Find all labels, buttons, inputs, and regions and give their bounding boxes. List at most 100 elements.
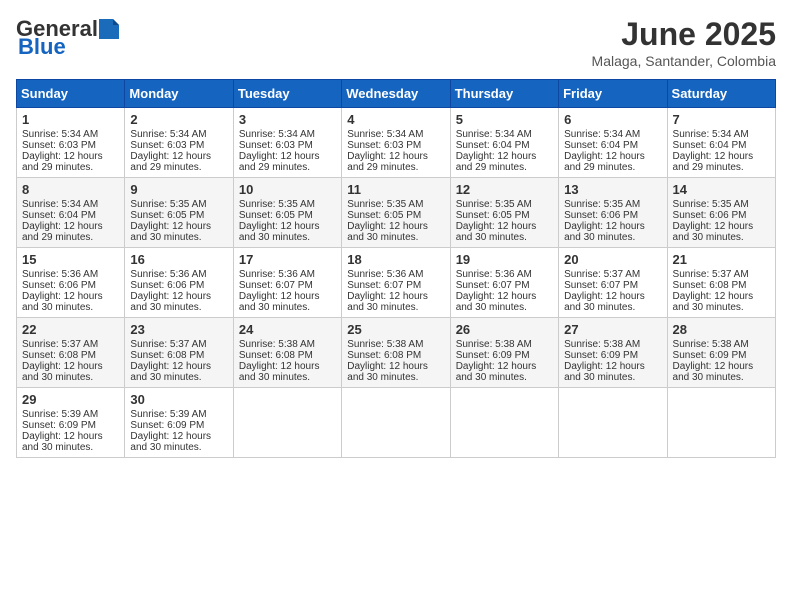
calendar-cell: 30Sunrise: 5:39 AMSunset: 6:09 PMDayligh… — [125, 388, 233, 458]
sunrise-text: Sunrise: 5:36 AM — [239, 269, 336, 280]
sunset-text: Sunset: 6:09 PM — [456, 350, 553, 361]
sunrise-text: Sunrise: 5:34 AM — [22, 129, 119, 140]
daylight-text: Daylight: 12 hours and 30 minutes. — [456, 361, 553, 383]
daylight-text: Daylight: 12 hours and 29 minutes. — [130, 151, 227, 173]
daylight-text: Daylight: 12 hours and 30 minutes. — [564, 361, 661, 383]
sunset-text: Sunset: 6:07 PM — [564, 280, 661, 291]
sunrise-text: Sunrise: 5:38 AM — [456, 339, 553, 350]
day-number: 17 — [239, 252, 336, 267]
sunrise-text: Sunrise: 5:34 AM — [239, 129, 336, 140]
calendar-cell — [450, 388, 558, 458]
logo-icon — [99, 19, 119, 39]
day-number: 11 — [347, 182, 444, 197]
calendar-week-row: 8Sunrise: 5:34 AMSunset: 6:04 PMDaylight… — [17, 178, 776, 248]
daylight-text: Daylight: 12 hours and 30 minutes. — [564, 291, 661, 313]
sunrise-text: Sunrise: 5:38 AM — [564, 339, 661, 350]
sunset-text: Sunset: 6:08 PM — [130, 350, 227, 361]
calendar-week-row: 15Sunrise: 5:36 AMSunset: 6:06 PMDayligh… — [17, 248, 776, 318]
day-number: 22 — [22, 322, 119, 337]
sunset-text: Sunset: 6:08 PM — [347, 350, 444, 361]
sunset-text: Sunset: 6:09 PM — [130, 420, 227, 431]
calendar-cell: 28Sunrise: 5:38 AMSunset: 6:09 PMDayligh… — [667, 318, 775, 388]
day-number: 16 — [130, 252, 227, 267]
sunrise-text: Sunrise: 5:39 AM — [22, 409, 119, 420]
sunset-text: Sunset: 6:05 PM — [130, 210, 227, 221]
daylight-text: Daylight: 12 hours and 30 minutes. — [347, 221, 444, 243]
sunrise-text: Sunrise: 5:37 AM — [564, 269, 661, 280]
sunset-text: Sunset: 6:04 PM — [564, 140, 661, 151]
day-number: 25 — [347, 322, 444, 337]
day-number: 2 — [130, 112, 227, 127]
calendar-day-header: Saturday — [667, 80, 775, 108]
sunset-text: Sunset: 6:05 PM — [239, 210, 336, 221]
daylight-text: Daylight: 12 hours and 30 minutes. — [130, 291, 227, 313]
sunset-text: Sunset: 6:09 PM — [564, 350, 661, 361]
sunrise-text: Sunrise: 5:38 AM — [347, 339, 444, 350]
sunset-text: Sunset: 6:07 PM — [456, 280, 553, 291]
calendar-week-row: 22Sunrise: 5:37 AMSunset: 6:08 PMDayligh… — [17, 318, 776, 388]
calendar-cell: 11 Sunrise: 5:35 AMSunset: 6:05 PMDayligh… — [342, 178, 450, 248]
calendar-cell: 20Sunrise: 5:37 AMSunset: 6:07 PMDayligh… — [559, 248, 667, 318]
sunrise-text: Sunrise: 5:36 AM — [347, 269, 444, 280]
daylight-text: Daylight: 12 hours and 29 minutes. — [347, 151, 444, 173]
sunrise-text: Sunrise: 5:36 AM — [130, 269, 227, 280]
calendar-cell — [342, 388, 450, 458]
day-number: 1 — [22, 112, 119, 127]
sunset-text: Sunset: 6:05 PM — [347, 210, 444, 221]
sunset-text: Sunset: 6:04 PM — [22, 210, 119, 221]
sunset-text: Sunset: 6:05 PM — [456, 210, 553, 221]
sunset-text: Sunset: 6:09 PM — [22, 420, 119, 431]
calendar-cell: 4Sunrise: 5:34 AMSunset: 6:03 PMDaylight… — [342, 108, 450, 178]
sunset-text: Sunset: 6:03 PM — [239, 140, 336, 151]
location: Malaga, Santander, Colombia — [592, 53, 776, 69]
calendar-week-row: 1Sunrise: 5:34 AMSunset: 6:03 PMDaylight… — [17, 108, 776, 178]
calendar-cell: 6Sunrise: 5:34 AMSunset: 6:04 PMDaylight… — [559, 108, 667, 178]
sunset-text: Sunset: 6:07 PM — [239, 280, 336, 291]
sunrise-text: Sunrise: 5:35 AM — [130, 199, 227, 210]
calendar-week-row: 29Sunrise: 5:39 AMSunset: 6:09 PMDayligh… — [17, 388, 776, 458]
day-number: 4 — [347, 112, 444, 127]
day-number: 15 — [22, 252, 119, 267]
daylight-text: Daylight: 12 hours and 30 minutes. — [130, 431, 227, 453]
calendar-cell: 18Sunrise: 5:36 AMSunset: 6:07 PMDayligh… — [342, 248, 450, 318]
calendar-cell: 3Sunrise: 5:34 AMSunset: 6:03 PMDaylight… — [233, 108, 341, 178]
day-number: 5 — [456, 112, 553, 127]
sunrise-text: Sunrise: 5:36 AM — [22, 269, 119, 280]
daylight-text: Daylight: 12 hours and 30 minutes. — [22, 431, 119, 453]
sunrise-text: Sunrise: 5:35 AM — [347, 199, 444, 210]
sunrise-text: Sunrise: 5:39 AM — [130, 409, 227, 420]
calendar-cell: 1Sunrise: 5:34 AMSunset: 6:03 PMDaylight… — [17, 108, 125, 178]
month-title: June 2025 — [592, 16, 776, 53]
calendar-cell: 15Sunrise: 5:36 AMSunset: 6:06 PMDayligh… — [17, 248, 125, 318]
daylight-text: Daylight: 12 hours and 30 minutes. — [456, 221, 553, 243]
calendar-day-header: Thursday — [450, 80, 558, 108]
sunrise-text: Sunrise: 5:38 AM — [673, 339, 770, 350]
day-number: 21 — [673, 252, 770, 267]
day-number: 26 — [456, 322, 553, 337]
sunset-text: Sunset: 6:07 PM — [347, 280, 444, 291]
daylight-text: Daylight: 12 hours and 29 minutes. — [564, 151, 661, 173]
day-number: 29 — [22, 392, 119, 407]
day-number: 24 — [239, 322, 336, 337]
page-header: General Blue June 2025 Malaga, Santander… — [16, 16, 776, 69]
calendar-cell: 13Sunrise: 5:35 AMSunset: 6:06 PMDayligh… — [559, 178, 667, 248]
day-number: 14 — [673, 182, 770, 197]
daylight-text: Daylight: 12 hours and 30 minutes. — [456, 291, 553, 313]
sunrise-text: Sunrise: 5:34 AM — [673, 129, 770, 140]
calendar-cell: 7Sunrise: 5:34 AMSunset: 6:04 PMDaylight… — [667, 108, 775, 178]
calendar-day-header: Wednesday — [342, 80, 450, 108]
sunset-text: Sunset: 6:04 PM — [673, 140, 770, 151]
logo: General Blue — [16, 16, 120, 60]
daylight-text: Daylight: 12 hours and 30 minutes. — [673, 221, 770, 243]
sunrise-text: Sunrise: 5:34 AM — [130, 129, 227, 140]
sunrise-text: Sunrise: 5:35 AM — [564, 199, 661, 210]
calendar-cell: 12Sunrise: 5:35 AMSunset: 6:05 PMDayligh… — [450, 178, 558, 248]
day-number: 27 — [564, 322, 661, 337]
daylight-text: Daylight: 12 hours and 29 minutes. — [239, 151, 336, 173]
calendar-day-header: Monday — [125, 80, 233, 108]
daylight-text: Daylight: 12 hours and 30 minutes. — [564, 221, 661, 243]
sunset-text: Sunset: 6:06 PM — [22, 280, 119, 291]
sunrise-text: Sunrise: 5:34 AM — [564, 129, 661, 140]
day-number: 23 — [130, 322, 227, 337]
calendar-day-header: Sunday — [17, 80, 125, 108]
